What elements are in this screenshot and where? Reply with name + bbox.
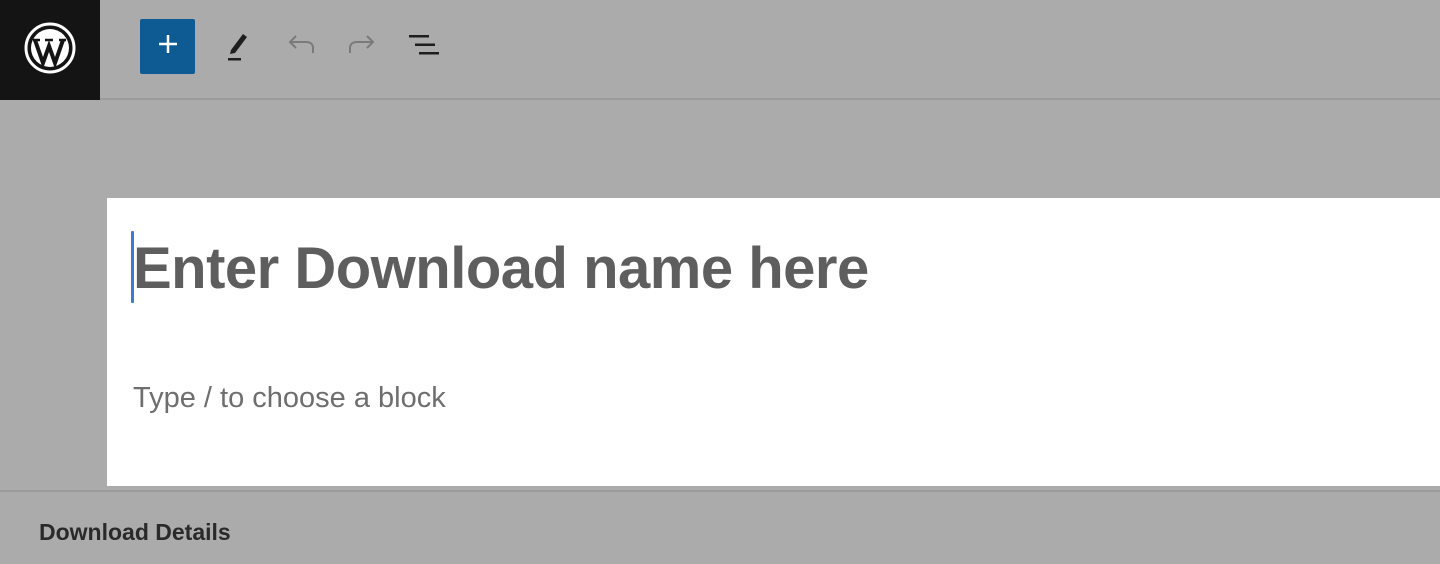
redo-button[interactable] xyxy=(340,25,384,69)
document-overview-button[interactable] xyxy=(402,25,446,69)
wordpress-logo-icon xyxy=(23,21,77,80)
editor-canvas[interactable]: Enter Download name here Type / to choos… xyxy=(107,198,1440,486)
redo-icon xyxy=(346,33,378,62)
add-block-button[interactable] xyxy=(140,19,195,74)
post-title-input[interactable]: Enter Download name here xyxy=(133,234,869,304)
download-details-title[interactable]: Download Details xyxy=(39,519,231,546)
editor-content-area: Enter Download name here Type / to choos… xyxy=(0,100,1440,490)
download-details-panel: Download Details xyxy=(0,490,1440,564)
pencil-icon xyxy=(223,28,253,67)
wordpress-logo-button[interactable] xyxy=(0,0,100,100)
plus-icon xyxy=(156,32,180,61)
default-block-appender[interactable]: Type / to choose a block xyxy=(133,382,446,415)
undo-button[interactable] xyxy=(279,25,323,69)
list-view-icon xyxy=(407,31,441,64)
block-editor: Enter Download name here Type / to choos… xyxy=(0,0,1440,564)
undo-icon xyxy=(285,33,317,62)
editor-header xyxy=(0,0,1440,100)
tools-button[interactable] xyxy=(216,25,260,69)
